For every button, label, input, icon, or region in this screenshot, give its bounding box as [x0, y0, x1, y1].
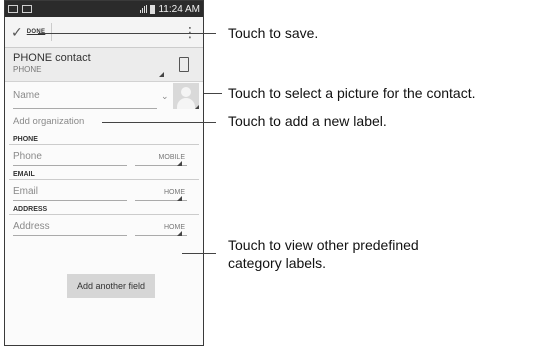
add-another-field-button[interactable]: Add another field [67, 274, 155, 298]
email-underline [13, 200, 127, 201]
callout-save: Touch to save. [228, 25, 319, 41]
phone-underline [13, 165, 127, 166]
callout-category-line1: Touch to view other predefined [228, 237, 419, 253]
contact-photo-button[interactable] [173, 83, 199, 109]
chevron-down-icon[interactable]: ⌄ [161, 91, 169, 102]
phone-type-dropdown-icon [177, 161, 182, 166]
email-field[interactable]: Email HOME [5, 180, 203, 204]
status-time: 11:24 AM [158, 3, 200, 15]
callout-line-category [182, 253, 216, 254]
callout-line-save [38, 33, 216, 34]
address-field[interactable]: Address HOME [5, 215, 203, 239]
callout-label: Touch to add a new label. [228, 113, 387, 129]
add-organization-field[interactable]: Add organization [5, 112, 203, 134]
email-type-label[interactable]: HOME [164, 189, 185, 196]
dropdown-triangle-icon [159, 72, 164, 77]
account-type: PHONE [13, 65, 42, 74]
address-type-dropdown-icon [177, 231, 182, 236]
section-header-address: ADDRESS [9, 204, 199, 215]
done-label: DONE [26, 29, 46, 35]
phone-device-icon [179, 57, 189, 72]
more-options-icon[interactable]: ⋮ [183, 25, 197, 39]
battery-icon [150, 4, 156, 14]
signal-icon [140, 5, 148, 13]
avatar-body-icon [177, 98, 195, 109]
photo-dropdown-icon [195, 105, 199, 109]
phone-type-label[interactable]: MOBILE [159, 154, 185, 161]
phone-screen: 11:24 AM ✓ DONE ⋮ PHONE contact PHONE Na… [4, 0, 204, 346]
account-name: PHONE contact [13, 52, 91, 64]
callout-line-label [102, 122, 216, 123]
divider [51, 23, 53, 41]
avatar-head-icon [181, 87, 191, 97]
add-organization-label: Add organization [13, 116, 85, 127]
section-header-phone: PHONE [9, 134, 199, 145]
name-underline [13, 108, 157, 109]
email-type-dropdown-icon [177, 196, 182, 201]
check-icon: ✓ [11, 24, 23, 40]
callout-picture: Touch to select a picture for the contac… [228, 85, 476, 101]
address-underline [13, 235, 127, 236]
done-button[interactable]: ✓ DONE [11, 25, 45, 39]
section-header-email: EMAIL [9, 169, 199, 180]
name-field[interactable]: Name ⌄ [5, 82, 203, 112]
address-type-label[interactable]: HOME [164, 224, 185, 231]
phone-field[interactable]: Phone MOBILE [5, 145, 203, 169]
account-selector[interactable]: PHONE contact PHONE [5, 48, 203, 82]
callout-line-picture [204, 93, 222, 94]
notification-icon-2 [22, 5, 32, 13]
notification-icon [8, 5, 18, 13]
callout-category-line2: category labels. [228, 255, 327, 271]
status-bar: 11:24 AM [5, 1, 203, 17]
